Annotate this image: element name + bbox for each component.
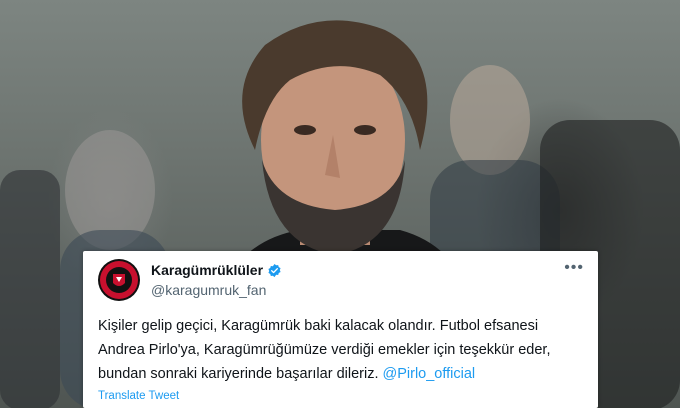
tweet-text-line-1: Kişiler gelip geçici, Karagümrük baki ka… [98,318,539,334]
verified-badge-icon [268,263,281,277]
club-crest-icon [100,261,138,299]
tweet-text-line-2: Andrea Pirlo'ya, Karagümrüğümüze verdiği… [98,342,551,358]
display-name-label[interactable]: Karagümrüklüler [151,262,263,278]
tweet-text-line-3-text: bundan sonraki kariyerinde başarılar dil… [98,366,379,382]
translate-tweet-link[interactable]: Translate Tweet [98,390,179,402]
mention-link[interactable]: @Pirlo_official [383,366,476,382]
tweet-text: Kişiler gelip geçici, Karagümrük baki ka… [98,314,593,386]
tweet-text-line-3: bundan sonraki kariyerinde başarılar dil… [98,362,593,386]
user-handle[interactable]: @karagumruk_fan [151,282,266,298]
tweet-card: Karagümrüklüler @karagumruk_fan ••• Kişi… [83,251,598,408]
display-name[interactable]: Karagümrüklüler [151,262,282,278]
more-options-icon[interactable]: ••• [564,260,584,276]
avatar[interactable] [98,259,140,301]
